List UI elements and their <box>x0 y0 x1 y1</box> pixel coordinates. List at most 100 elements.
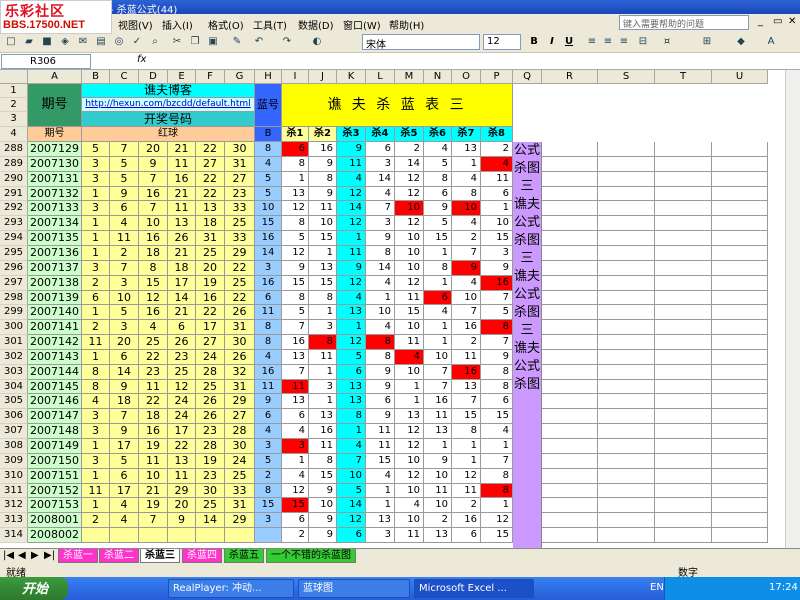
column-header[interactable]: I <box>282 70 309 84</box>
kill-cell[interactable]: 4 <box>481 424 513 439</box>
blue-ball-cell[interactable]: 2 <box>255 469 282 484</box>
kill-cell[interactable]: 11 <box>452 350 481 365</box>
empty-cell[interactable] <box>598 498 655 513</box>
empty-cell[interactable] <box>655 454 712 469</box>
kill-header[interactable]: 杀4 <box>366 127 395 142</box>
empty-cell[interactable] <box>542 142 598 157</box>
language-indicator[interactable]: EN <box>650 582 664 593</box>
empty-cell[interactable] <box>542 335 598 350</box>
red-ball-cell[interactable]: 23 <box>168 350 196 365</box>
empty-cell[interactable] <box>655 409 712 424</box>
red-ball-cell[interactable]: 7 <box>139 201 168 216</box>
red-ball-cell[interactable]: 7 <box>110 261 139 276</box>
empty-cell[interactable] <box>598 469 655 484</box>
kill-cell[interactable]: 3 <box>309 320 337 335</box>
kill-cell[interactable]: 4 <box>452 216 481 231</box>
open-icon[interactable]: ▰ <box>22 35 36 49</box>
empty-cell[interactable] <box>598 528 655 543</box>
empty-cell[interactable] <box>655 513 712 528</box>
red-ball-cell[interactable]: 2 <box>82 276 110 291</box>
empty-cell[interactable] <box>542 231 598 246</box>
empty-cell[interactable] <box>712 157 768 172</box>
period-cell[interactable]: 2007148 <box>28 424 82 439</box>
kill-cell[interactable]: 8 <box>481 469 513 484</box>
kill-cell[interactable]: 7 <box>282 365 309 380</box>
red-ball-cell[interactable]: 9 <box>168 513 196 528</box>
red-ball-cell[interactable]: 10 <box>110 291 139 305</box>
red-ball-cell[interactable]: 3 <box>82 424 110 439</box>
red-ball-cell[interactable]: 1 <box>82 469 110 484</box>
empty-cell[interactable] <box>542 469 598 484</box>
period-cell[interactable]: 2007146 <box>28 394 82 409</box>
empty-cell[interactable] <box>598 513 655 528</box>
empty-cell[interactable] <box>542 187 598 201</box>
kill-header[interactable]: 杀3 <box>337 127 366 142</box>
kill-header[interactable]: 杀7 <box>452 127 481 142</box>
new-icon[interactable]: □ <box>4 35 18 49</box>
red-ball-cell[interactable]: 18 <box>139 246 168 261</box>
blue-ball-cell[interactable]: 6 <box>255 409 282 424</box>
kill-cell[interactable]: 1 <box>366 498 395 513</box>
row-header[interactable]: 308 <box>0 439 28 454</box>
red-ball-cell[interactable]: 25 <box>168 365 196 380</box>
red-ball-cell[interactable]: 3 <box>82 157 110 172</box>
empty-cell[interactable] <box>712 454 768 469</box>
bold-button[interactable]: B <box>527 35 541 49</box>
kill-cell[interactable]: 10 <box>395 231 424 246</box>
red-ball-cell[interactable]: 21 <box>139 484 168 498</box>
kill-cell[interactable]: 10 <box>395 201 424 216</box>
blog-url[interactable]: http://hexun.com/bzcdd/default.html <box>82 98 255 112</box>
red-ball-cell[interactable]: 13 <box>196 201 225 216</box>
kill-cell[interactable]: 8 <box>481 365 513 380</box>
kill-cell[interactable]: 9 <box>424 201 452 216</box>
red-ball-cell[interactable]: 8 <box>82 380 110 394</box>
kill-cell[interactable]: 4 <box>337 439 366 454</box>
column-header[interactable]: R <box>542 70 598 84</box>
empty-cell[interactable] <box>712 394 768 409</box>
kill-cell[interactable]: 6 <box>366 142 395 157</box>
period-label[interactable]: 期号 <box>28 127 82 142</box>
red-ball-cell[interactable]: 16 <box>168 172 196 187</box>
red-ball-cell[interactable]: 18 <box>196 216 225 231</box>
kill-cell[interactable]: 1 <box>337 320 366 335</box>
red-ball-cell[interactable]: 25 <box>139 335 168 350</box>
kill-cell[interactable]: 11 <box>309 350 337 365</box>
draw-number-header[interactable]: 开奖号码 <box>82 112 255 127</box>
red-ball-cell[interactable]: 31 <box>225 498 255 513</box>
red-ball-cell[interactable]: 28 <box>196 439 225 454</box>
empty-cell[interactable] <box>712 201 768 216</box>
kill-cell[interactable]: 7 <box>452 394 481 409</box>
period-cell[interactable]: 2007145 <box>28 380 82 394</box>
kill-cell[interactable]: 1 <box>452 157 481 172</box>
task-realplayer[interactable]: RealPlayer: 冲动... <box>168 579 294 598</box>
red-ball-cell[interactable]: 2 <box>82 320 110 335</box>
kill-cell[interactable]: 9 <box>309 513 337 528</box>
kill-cell[interactable]: 8 <box>481 320 513 335</box>
kill-cell[interactable]: 3 <box>366 528 395 543</box>
red-ball-cell[interactable]: 2 <box>110 246 139 261</box>
row-header[interactable]: 3 <box>0 112 28 127</box>
red-ball-cell[interactable]: 26 <box>225 350 255 365</box>
kill-cell[interactable]: 1 <box>424 335 452 350</box>
period-cell[interactable]: 2007130 <box>28 157 82 172</box>
empty-cell[interactable] <box>655 424 712 439</box>
kill-cell[interactable]: 6 <box>481 187 513 201</box>
red-ball-cell[interactable]: 10 <box>139 216 168 231</box>
tab-sheet6[interactable]: 一个不错的杀蓝图 <box>266 549 356 563</box>
blue-ball-cell[interactable] <box>255 528 282 543</box>
red-ball-cell[interactable]: 2 <box>82 513 110 528</box>
kill-cell[interactable]: 8 <box>366 246 395 261</box>
kill-cell[interactable]: 12 <box>282 484 309 498</box>
blue-header[interactable]: 蓝号 <box>255 84 282 127</box>
empty-cell[interactable] <box>598 142 655 157</box>
column-header[interactable]: N <box>424 70 452 84</box>
red-ball-cell[interactable]: 4 <box>110 498 139 513</box>
empty-cell[interactable] <box>655 142 712 157</box>
red-ball-cell[interactable]: 3 <box>110 320 139 335</box>
period-cell[interactable]: 2007139 <box>28 291 82 305</box>
kill-cell[interactable]: 12 <box>395 424 424 439</box>
kill-cell[interactable]: 12 <box>395 469 424 484</box>
column-header[interactable]: L <box>366 70 395 84</box>
hyperlink-icon[interactable]: ◐ <box>310 35 324 49</box>
red-ball-cell[interactable]: 24 <box>168 394 196 409</box>
